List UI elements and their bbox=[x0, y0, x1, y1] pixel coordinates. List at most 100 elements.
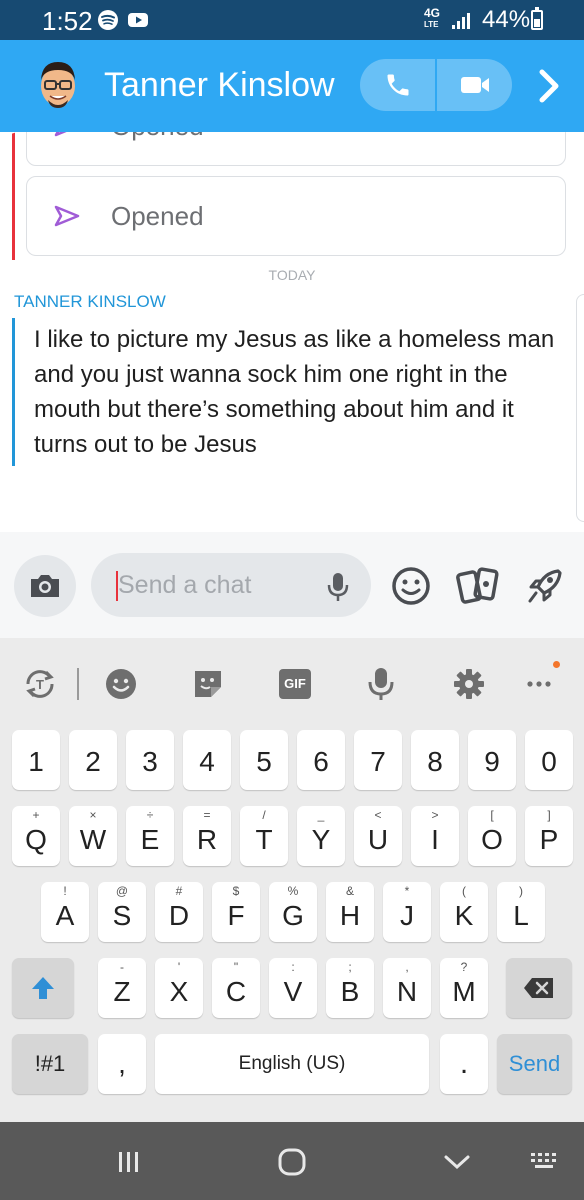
opened-arrow-icon bbox=[54, 132, 67, 137]
key-n[interactable]: ,N bbox=[383, 958, 431, 1018]
microphone-icon[interactable] bbox=[327, 571, 349, 603]
settings-gear-icon[interactable] bbox=[451, 666, 487, 702]
recents-icon[interactable] bbox=[112, 1146, 146, 1178]
key-z[interactable]: -Z bbox=[98, 958, 146, 1018]
status-time: 1:52 bbox=[42, 6, 93, 36]
status-bar: 1:52 4G LTE 44% bbox=[0, 0, 584, 40]
key-g[interactable]: % G bbox=[269, 882, 317, 942]
key-4[interactable]: 4 bbox=[183, 730, 231, 790]
voice-call-button[interactable] bbox=[360, 59, 435, 111]
key-f[interactable]: $ F bbox=[212, 882, 260, 942]
smiley-icon[interactable] bbox=[390, 565, 432, 607]
key-h[interactable]: & H bbox=[326, 882, 374, 942]
key-k[interactable]: (K bbox=[440, 882, 488, 942]
key-alt-label: @ bbox=[115, 884, 129, 898]
space-bar[interactable]: English (US) bbox=[155, 1034, 429, 1094]
keyboard-switch-icon[interactable] bbox=[528, 1146, 562, 1178]
key-d[interactable]: # D bbox=[155, 882, 203, 942]
key-alt-label: ' bbox=[177, 960, 181, 974]
chat-area[interactable]: Opened Opened TODAY TANNER KINSLOW I lik… bbox=[0, 132, 584, 532]
key-label: X bbox=[169, 976, 189, 1007]
key-y[interactable]: _ Y bbox=[297, 806, 345, 866]
key-label: Q bbox=[25, 824, 47, 855]
cards-icon[interactable] bbox=[456, 565, 500, 607]
key-a[interactable]: ! A bbox=[41, 882, 89, 942]
contact-name[interactable]: Tanner Kinslow bbox=[104, 66, 335, 105]
emoji-icon[interactable] bbox=[103, 666, 139, 702]
key-p[interactable]: ] P bbox=[525, 806, 573, 866]
more-options-icon[interactable] bbox=[522, 666, 558, 702]
key-alt-label: ) bbox=[519, 884, 523, 898]
key-5[interactable]: 5 bbox=[240, 730, 288, 790]
key-3[interactable]: 3 bbox=[126, 730, 174, 790]
key-s[interactable]: @ S bbox=[98, 882, 146, 942]
key-8[interactable]: 8 bbox=[411, 730, 459, 790]
youtube-icon bbox=[128, 13, 148, 27]
period-key[interactable]: . bbox=[440, 1034, 488, 1094]
send-key[interactable]: Send bbox=[497, 1034, 572, 1094]
backspace-key[interactable] bbox=[506, 958, 572, 1018]
home-icon[interactable] bbox=[275, 1146, 309, 1178]
key-label: T bbox=[255, 824, 273, 855]
key-r[interactable]: = R bbox=[183, 806, 231, 866]
gif-button[interactable]: GIF bbox=[279, 669, 311, 699]
key-label: L bbox=[513, 900, 529, 931]
key-t[interactable]: / T bbox=[240, 806, 288, 866]
voice-input-icon[interactable] bbox=[363, 666, 399, 702]
key-x[interactable]: ' X bbox=[155, 958, 203, 1018]
key-label: A bbox=[55, 900, 75, 931]
shift-key[interactable] bbox=[12, 958, 74, 1018]
key-9[interactable]: 9 bbox=[468, 730, 516, 790]
key-7[interactable]: 7 bbox=[354, 730, 402, 790]
key-b[interactable]: ; B bbox=[326, 958, 374, 1018]
comma-key-label: , bbox=[118, 1048, 126, 1079]
key-label: 4 bbox=[199, 746, 215, 777]
key-c[interactable]: " C bbox=[212, 958, 260, 1018]
period-key-label: . bbox=[459, 1047, 469, 1080]
network-type: 4G bbox=[424, 6, 441, 20]
key-6[interactable]: 6 bbox=[297, 730, 345, 790]
key-label: 7 bbox=[370, 746, 386, 777]
key-label: 8 bbox=[427, 746, 443, 777]
key-alt-label: > bbox=[431, 808, 439, 822]
key-v[interactable]: :V bbox=[269, 958, 317, 1018]
signal-icon bbox=[452, 13, 470, 29]
comma-key[interactable]: , bbox=[98, 1034, 146, 1094]
chevron-down-icon[interactable] bbox=[440, 1146, 474, 1178]
message-sender: TANNER KINSLOW bbox=[14, 292, 166, 311]
space-bar-label: English (US) bbox=[238, 1053, 346, 1074]
text-transform-icon[interactable]: T bbox=[22, 666, 58, 702]
key-label: M bbox=[452, 976, 476, 1007]
key-2[interactable]: 2 bbox=[69, 730, 117, 790]
system-nav-bar bbox=[0, 1122, 584, 1200]
chat-text-input[interactable]: Send a chat bbox=[91, 553, 371, 617]
video-call-button[interactable] bbox=[437, 59, 512, 111]
key-l[interactable]: ) L bbox=[497, 882, 545, 942]
bitmoji-avatar[interactable] bbox=[34, 56, 82, 116]
key-q[interactable]: + Q bbox=[12, 806, 60, 866]
key-alt-label: $ bbox=[232, 884, 240, 898]
opened-label: Opened bbox=[111, 201, 204, 231]
rocket-icon[interactable] bbox=[524, 565, 566, 607]
chevron-right-icon[interactable] bbox=[536, 68, 562, 104]
key-label: Y bbox=[311, 824, 331, 855]
key-i[interactable]: > I bbox=[411, 806, 459, 866]
key-m[interactable]: ? M bbox=[440, 958, 488, 1018]
key-u[interactable]: < U bbox=[354, 806, 402, 866]
message-text[interactable]: I like to picture my Jesus as like a hom… bbox=[34, 322, 564, 462]
key-0[interactable]: 0 bbox=[525, 730, 573, 790]
key-e[interactable]: ÷ E bbox=[126, 806, 174, 866]
camera-button[interactable] bbox=[14, 555, 76, 617]
sticker-icon[interactable] bbox=[190, 666, 226, 702]
key-o[interactable]: [O bbox=[468, 806, 516, 866]
opened-snap-card[interactable]: Opened bbox=[26, 132, 566, 166]
key-alt-label: + bbox=[32, 808, 40, 822]
symbols-key[interactable]: !#1 bbox=[12, 1034, 88, 1094]
key-alt-label: * bbox=[404, 884, 410, 898]
opened-snap-card[interactable]: Opened bbox=[26, 176, 566, 256]
key-j[interactable]: * J bbox=[383, 882, 431, 942]
key-w[interactable]: × W bbox=[69, 806, 117, 866]
key-label: I bbox=[431, 824, 439, 855]
key-label: J bbox=[400, 900, 414, 931]
key-1[interactable]: 1 bbox=[12, 730, 60, 790]
